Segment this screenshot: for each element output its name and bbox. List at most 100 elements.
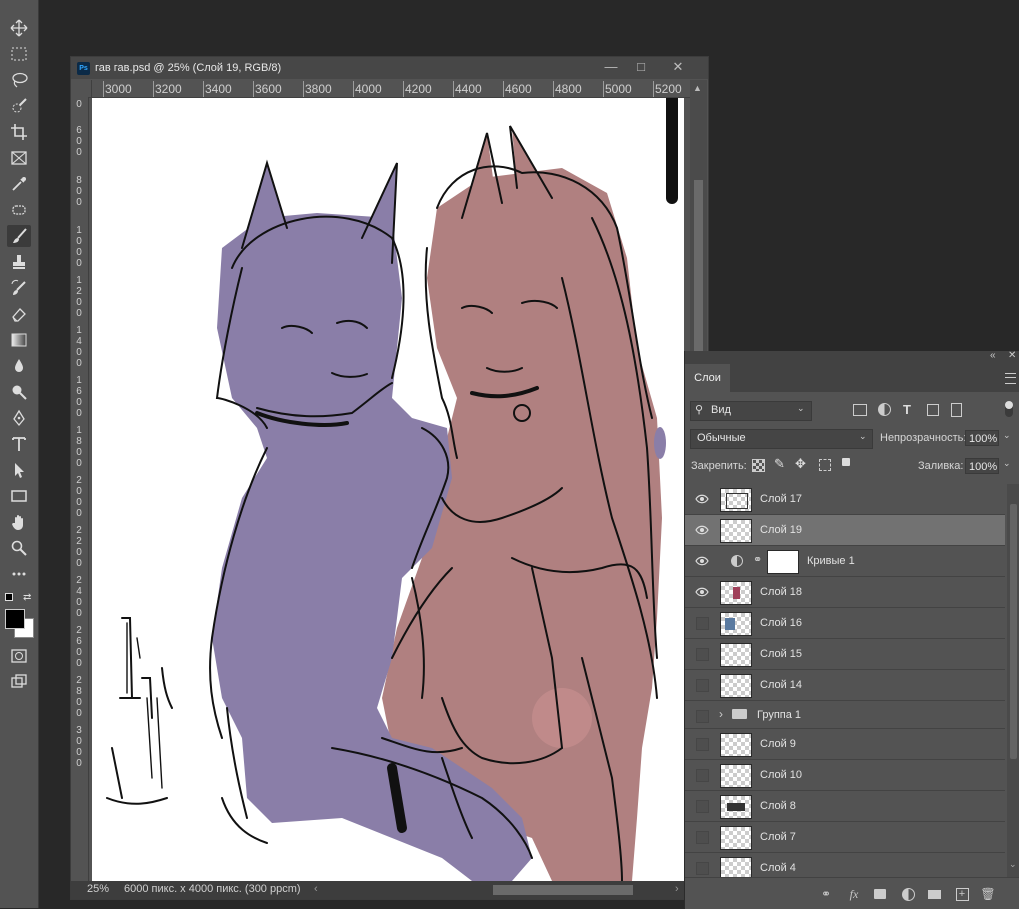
layer-row[interactable]: Слой 18: [685, 577, 1005, 608]
tab-layers[interactable]: Слои: [685, 364, 730, 392]
scroll-down-icon[interactable]: ⌄: [1009, 859, 1017, 870]
screen-mode-icon[interactable]: [7, 671, 31, 693]
visibility-toggle-icon[interactable]: [695, 678, 709, 692]
lock-artboard-icon[interactable]: [819, 459, 831, 471]
move-tool-icon[interactable]: [7, 17, 31, 39]
blend-mode-select[interactable]: Обычные ⌄: [690, 429, 873, 449]
eye-icon[interactable]: [695, 585, 709, 599]
adjustment-layer-icon[interactable]: [900, 886, 916, 902]
artwork-canvas[interactable]: [92, 98, 684, 881]
visibility-toggle-icon[interactable]: [695, 830, 709, 844]
zoom-tool-icon[interactable]: [7, 537, 31, 559]
eye-icon[interactable]: [695, 523, 709, 537]
type-tool-icon[interactable]: [7, 433, 31, 455]
gradient-tool-icon[interactable]: [7, 329, 31, 351]
visibility-toggle-icon[interactable]: [695, 616, 709, 630]
layers-scrollbar[interactable]: ⌄: [1007, 484, 1019, 877]
eyedropper-tool-icon[interactable]: [7, 173, 31, 195]
zoom-level[interactable]: 25%: [87, 883, 109, 895]
layer-row[interactable]: Слой 15: [685, 639, 1005, 670]
chevron-down-icon[interactable]: ⌄: [1003, 430, 1011, 441]
quick-select-tool-icon[interactable]: [7, 95, 31, 117]
brush-tool-icon[interactable]: [7, 225, 31, 247]
layer-row[interactable]: Слой 4: [685, 853, 1005, 877]
layers-scrollbar-thumb[interactable]: [1010, 504, 1017, 759]
layer-row[interactable]: › Группа 1: [685, 701, 1005, 729]
layer-row[interactable]: Слой 19: [685, 515, 1005, 546]
visibility-toggle-icon[interactable]: [695, 709, 709, 723]
layer-row[interactable]: Слой 14: [685, 670, 1005, 701]
visibility-toggle-icon[interactable]: [695, 737, 709, 751]
document-info[interactable]: 6000 пикс. x 4000 пикс. (300 ppcm): [124, 883, 301, 895]
opacity-input[interactable]: 100%: [965, 430, 999, 446]
eye-icon[interactable]: [695, 554, 709, 568]
marquee-tool-icon[interactable]: [7, 43, 31, 65]
layer-row[interactable]: Слой 8: [685, 791, 1005, 822]
collapse-panel-icon[interactable]: «: [990, 350, 996, 361]
chevron-down-icon[interactable]: ⌄: [1003, 458, 1011, 469]
swap-colors-icon[interactable]: ⇄: [23, 592, 31, 603]
scrollbar-thumb[interactable]: [694, 180, 703, 380]
new-layer-icon[interactable]: +: [954, 886, 970, 902]
minimize-icon[interactable]: —: [601, 59, 621, 75]
filter-shape-icon[interactable]: [927, 404, 939, 416]
eye-icon[interactable]: [695, 492, 709, 506]
link-icon[interactable]: ⚭: [753, 553, 762, 566]
layer-row[interactable]: Слой 17: [685, 484, 1005, 515]
panel-header[interactable]: « ✕: [685, 350, 1019, 364]
filter-toggle[interactable]: [1005, 401, 1013, 417]
default-colors-icon[interactable]: [5, 593, 13, 601]
new-group-icon[interactable]: [926, 886, 942, 902]
shape-tool-icon[interactable]: [7, 485, 31, 507]
filter-smart-object-icon[interactable]: [951, 403, 962, 417]
stamp-tool-icon[interactable]: [7, 251, 31, 273]
quick-mask-icon[interactable]: [7, 645, 31, 667]
panel-menu-icon[interactable]: [1005, 373, 1016, 384]
lock-image-icon[interactable]: ✎: [774, 456, 785, 472]
close-panel-icon[interactable]: ✕: [1008, 350, 1016, 361]
lasso-tool-icon[interactable]: [7, 69, 31, 91]
layer-row[interactable]: Слой 9: [685, 729, 1005, 760]
lock-position-icon[interactable]: ✥: [795, 456, 806, 472]
visibility-toggle-icon[interactable]: [695, 768, 709, 782]
layer-filter-select[interactable]: ⚲ Вид ⌄: [690, 401, 812, 421]
eraser-tool-icon[interactable]: [7, 303, 31, 325]
visibility-toggle-icon[interactable]: [695, 647, 709, 661]
layer-row[interactable]: ⚭ Кривые 1: [685, 546, 1005, 577]
frame-tool-icon[interactable]: [7, 147, 31, 169]
history-brush-tool-icon[interactable]: [7, 277, 31, 299]
foreground-color-swatch[interactable]: [5, 609, 25, 629]
blur-tool-icon[interactable]: [7, 355, 31, 377]
status-arrow-icon[interactable]: ‹: [314, 883, 318, 895]
fill-input[interactable]: 100%: [965, 458, 999, 474]
visibility-toggle-icon[interactable]: [695, 799, 709, 813]
fx-icon[interactable]: fx: [846, 886, 862, 902]
visibility-toggle-icon[interactable]: [695, 861, 709, 875]
hand-tool-icon[interactable]: [7, 511, 31, 533]
link-layers-icon[interactable]: ⚭: [818, 886, 834, 902]
filter-type-icon[interactable]: T: [903, 402, 911, 417]
layer-row[interactable]: Слой 10: [685, 760, 1005, 791]
healing-tool-icon[interactable]: [7, 199, 31, 221]
filter-pixel-icon[interactable]: [853, 404, 867, 416]
dodge-tool-icon[interactable]: [7, 381, 31, 403]
lock-all-icon[interactable]: [842, 458, 850, 466]
maximize-icon[interactable]: □: [631, 59, 651, 75]
delete-layer-icon[interactable]: 🗑: [980, 886, 996, 902]
scroll-up-icon[interactable]: ▲: [693, 83, 702, 93]
scroll-right-icon[interactable]: ›: [675, 883, 679, 895]
add-mask-icon[interactable]: [872, 886, 888, 902]
path-select-tool-icon[interactable]: [7, 459, 31, 481]
layer-row[interactable]: Слой 16: [685, 608, 1005, 639]
more-tools-icon[interactable]: [7, 563, 31, 585]
lock-transparent-icon[interactable]: [752, 459, 765, 472]
layer-row[interactable]: Слой 7: [685, 822, 1005, 853]
crop-tool-icon[interactable]: [7, 121, 31, 143]
close-icon[interactable]: ✕: [668, 59, 688, 75]
pen-tool-icon[interactable]: [7, 407, 31, 429]
document-titlebar[interactable]: Ps гав гав.psd @ 25% (Слой 19, RGB/8) — …: [71, 57, 708, 79]
filter-adjustment-icon[interactable]: [878, 403, 891, 416]
chevron-right-icon[interactable]: ›: [719, 707, 723, 721]
horizontal-scrollbar-thumb[interactable]: [493, 885, 633, 895]
layer-mask-thumbnail[interactable]: [767, 550, 799, 574]
